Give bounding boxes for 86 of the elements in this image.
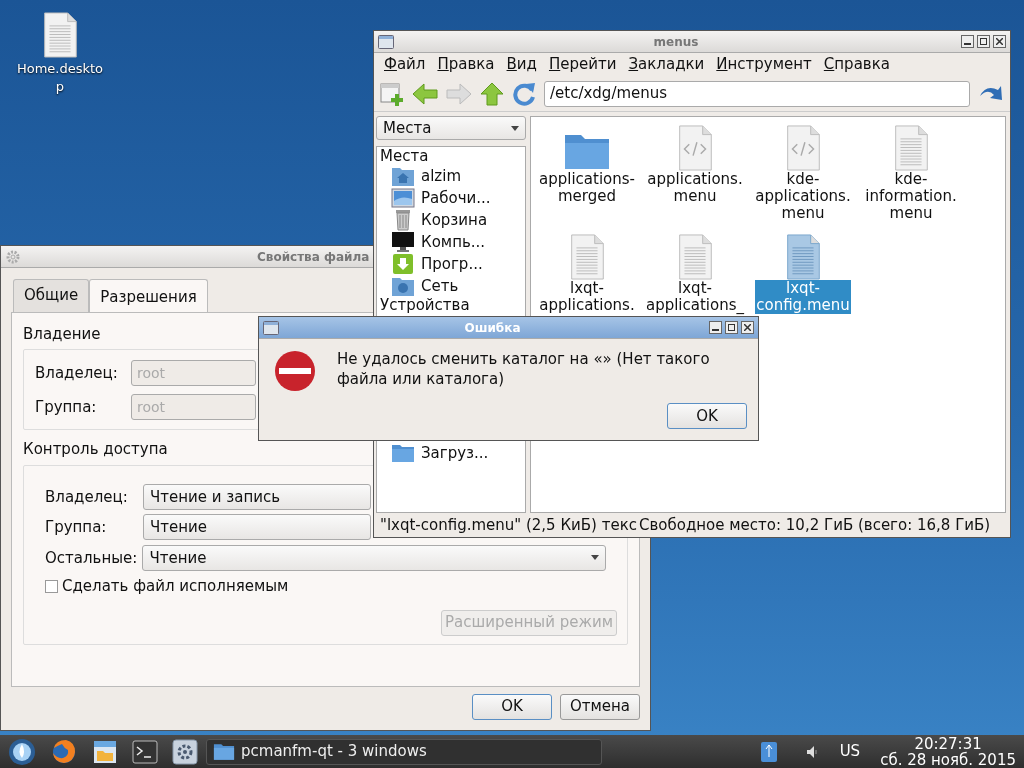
clock-time[interactable]: 20:27:31 (914, 735, 982, 752)
code-file-icon (785, 125, 821, 171)
monitor-icon (391, 231, 415, 253)
volume-icon[interactable] (805, 744, 820, 759)
menu-item[interactable]: Закладки (622, 53, 711, 76)
sidebar-item[interactable]: Компь... (377, 231, 525, 253)
section-heading: Контроль доступа (23, 439, 168, 460)
text-file-icon (893, 125, 929, 171)
file-name[interactable]: applications. menu (646, 171, 744, 205)
window-icon (263, 320, 279, 335)
sidebar-heading: Устройства (379, 297, 470, 314)
terminal-icon[interactable] (132, 739, 158, 764)
desktop-icon (391, 187, 415, 209)
reload-icon[interactable] (512, 81, 536, 106)
file-manager-icon[interactable] (92, 738, 118, 765)
code-file-icon (677, 125, 713, 171)
file-name[interactable]: kde- information. menu (864, 171, 958, 222)
sidebar-item[interactable]: Загруз... (377, 442, 525, 464)
download-icon (391, 253, 415, 275)
status-text: "lxqt-config.menu" (2,5 КиБ) текс (380, 514, 637, 536)
file-name[interactable]: lxqt- applications. (538, 280, 636, 314)
status-text: Свободное место: 10,2 ГиБ (всего: 16,8 ГиБ) (639, 514, 991, 536)
window-icon (378, 34, 394, 49)
file-name[interactable]: lxqt- applications_ (644, 280, 746, 314)
caret-icon (591, 555, 599, 561)
file-name[interactable]: kde- applications. menu (754, 171, 852, 222)
start-menu-icon[interactable] (8, 737, 36, 766)
menu-item[interactable]: Справка (817, 53, 896, 76)
field-label: Остальные: (45, 547, 139, 569)
sidebar-item[interactable]: alzim (377, 165, 525, 187)
menu-item[interactable]: Правка (431, 53, 501, 76)
network-folder-icon (391, 275, 415, 297)
home-folder-icon (391, 165, 415, 187)
side-pane-dropdown[interactable]: Места (376, 116, 526, 140)
menu-item[interactable]: Перейти (542, 53, 623, 76)
checkbox-label: Сделать файл исполняемым (62, 576, 289, 597)
sidebar-heading: Места (379, 148, 429, 165)
field-label: Группа: (45, 517, 108, 538)
text-file-icon (677, 234, 713, 280)
window-title: menus (652, 33, 700, 51)
menu-item[interactable]: Инструмент (710, 53, 818, 76)
browser-icon[interactable] (50, 737, 78, 766)
text-file-icon (785, 234, 821, 280)
folder-icon (213, 742, 235, 761)
field-label: Владелец: (35, 362, 119, 384)
window-title: Свойства файла (257, 248, 370, 266)
menu-item[interactable]: Вид (500, 53, 543, 76)
file-name[interactable]: applications- merged (538, 171, 636, 205)
error-message: Не удалось сменить каталог на «» (Нет такого файла или каталога) (337, 349, 711, 390)
folder-icon (391, 442, 415, 464)
field-label: Группа: (35, 396, 98, 418)
settings-icon[interactable] (172, 738, 198, 765)
dialog-button[interactable]: Отмена (560, 693, 640, 720)
tab[interactable]: Общие (13, 279, 90, 312)
up-arrow-icon[interactable] (480, 81, 504, 106)
field-label: Владелец: (45, 486, 129, 508)
menu-item[interactable]: Файл (378, 53, 432, 76)
maximize-icon[interactable] (980, 38, 987, 45)
sidebar-item[interactable]: Прогр... (377, 253, 525, 275)
sidebar-item[interactable]: Корзина (377, 209, 525, 231)
close-icon[interactable] (996, 38, 1003, 45)
path-field[interactable]: /etc/xdg/menus (544, 80, 970, 107)
sidebar-item[interactable]: Рабочи... (377, 187, 525, 209)
permission-dropdown[interactable]: Чтение (143, 514, 371, 541)
file-name[interactable]: lxqt- config.menu (755, 280, 851, 314)
maximize-icon[interactable] (728, 324, 735, 331)
permission-dropdown[interactable]: Чтение (142, 544, 606, 571)
taskbar-button[interactable]: pcmanfm-qt - 3 windows (206, 738, 602, 765)
dialog-button[interactable]: OK (472, 693, 552, 720)
usb-drive-icon[interactable] (759, 740, 778, 763)
section-heading: Владение (23, 323, 101, 345)
clock-date[interactable]: сб. 28 нояб. 2015 (880, 751, 1016, 768)
ok-button[interactable]: OK (667, 403, 747, 429)
checkbox[interactable] (45, 579, 58, 593)
keyboard-layout[interactable]: US (839, 740, 861, 763)
new-tab-icon[interactable] (380, 81, 404, 106)
permission-dropdown[interactable]: Чтение и запись (143, 483, 371, 510)
error-icon (273, 349, 317, 393)
tab[interactable]: Разрешения (89, 279, 208, 313)
close-icon[interactable] (744, 324, 751, 331)
sidebar-item[interactable]: Сеть (377, 275, 525, 297)
desktop-icon-label[interactable]: Home.desktop (14, 60, 106, 96)
window-title: Ошибка (463, 319, 522, 337)
caret-icon (511, 125, 519, 131)
text-file-icon (42, 12, 78, 58)
text-file-icon (569, 234, 605, 280)
